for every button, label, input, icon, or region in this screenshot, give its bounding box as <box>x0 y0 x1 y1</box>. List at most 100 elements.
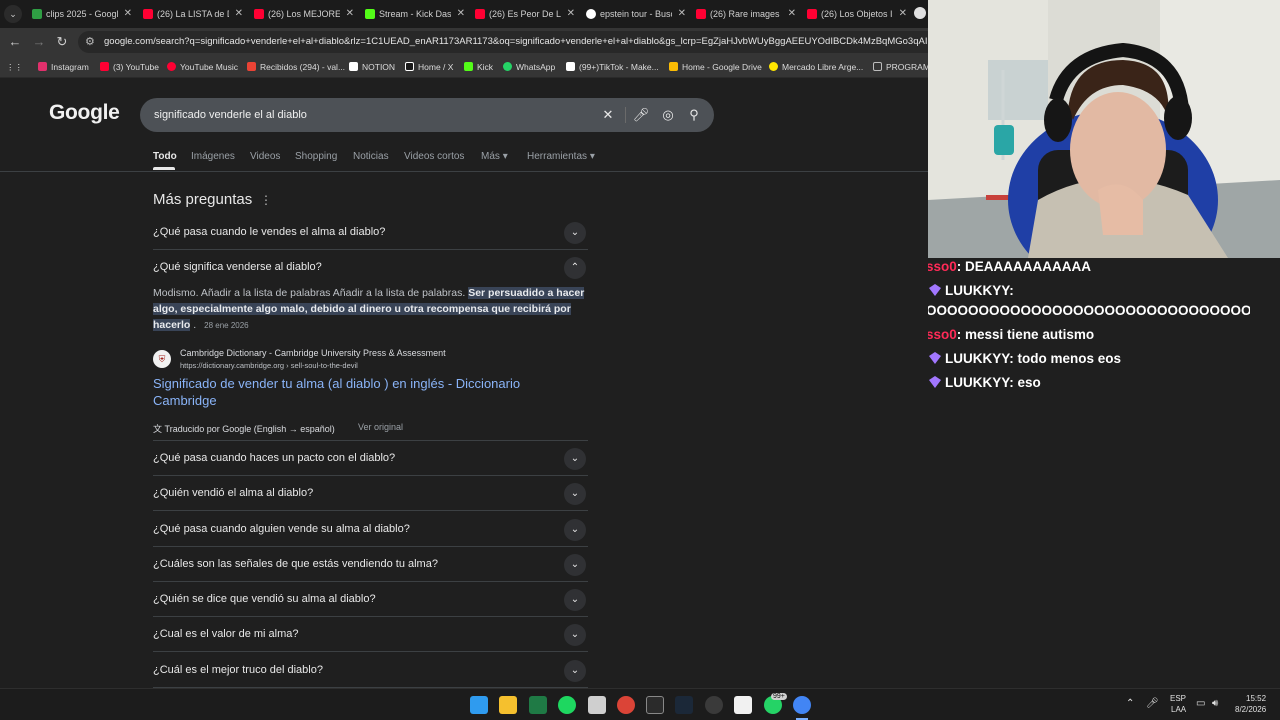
tab-youtube-rare[interactable]: (26) Rare images ✕ <box>690 2 800 26</box>
clock-date[interactable]: 8/2/2026 <box>1235 705 1266 714</box>
tab-videos-cortos[interactable]: Videos cortos <box>404 151 464 162</box>
bookmark-google-drive[interactable]: Home - Google Drive <box>669 56 762 78</box>
paa-question[interactable]: ¿Cual es el valor de mi alma? ⌄ <box>153 617 588 652</box>
paa-question[interactable]: ¿Qué pasa cuando haces un pacto con el d… <box>153 441 588 476</box>
excel-icon[interactable] <box>529 696 547 714</box>
tab-mas[interactable]: Más ▾ <box>481 151 508 162</box>
close-icon[interactable]: ✕ <box>457 2 465 26</box>
close-icon[interactable]: ✕ <box>567 2 575 26</box>
gmail-icon <box>247 62 256 71</box>
bookmark-youtube-music[interactable]: YouTube Music <box>167 56 238 78</box>
chat-message: LUUKKYY: <box>929 283 1014 298</box>
tab-youtube-mejores[interactable]: (26) Los MEJORES ✕ <box>248 2 358 26</box>
view-original-link[interactable]: Ver original <box>358 422 403 432</box>
spotify-icon[interactable] <box>558 696 576 714</box>
google-drive-icon <box>669 62 678 71</box>
search-input[interactable]: significado venderle el al diablo <box>154 98 307 132</box>
source-name[interactable]: Cambridge Dictionary - Cambridge Univers… <box>180 348 446 358</box>
chevron-up-icon[interactable]: ⌃ <box>1126 698 1134 709</box>
paa-question[interactable]: ¿Quién vendió el alma al diablo? ⌄ <box>153 476 588 511</box>
tab-kick-stream[interactable]: Stream - Kick Dash ✕ <box>359 2 469 26</box>
paa-question[interactable]: ¿Qué pasa cuando alguien vende su alma a… <box>153 512 588 547</box>
tab-youtube-objetos[interactable]: (26) Los Objetos I ✕ <box>801 2 911 26</box>
chevron-down-icon[interactable]: ⌄ <box>564 483 586 505</box>
tab-videos[interactable]: Videos <box>250 151 280 162</box>
reload-button[interactable]: ↻ <box>53 33 71 51</box>
close-icon[interactable]: ✕ <box>788 2 796 26</box>
bookmark-mercado-libre[interactable]: Mercado Libre Arge... <box>769 56 863 78</box>
lens-icon[interactable]: ◎ <box>658 105 678 125</box>
tab-youtube-lista[interactable]: (26) La LISTA de D ✕ <box>137 2 247 26</box>
close-icon[interactable]: ✕ <box>235 2 243 26</box>
paa-question[interactable]: ¿Cuáles son las señales de que estás ven… <box>153 547 588 582</box>
steam-icon[interactable] <box>675 696 693 714</box>
chevron-down-icon[interactable]: ⌄ <box>564 554 586 576</box>
start-icon[interactable] <box>470 696 488 714</box>
google-logo[interactable]: Google <box>49 101 120 125</box>
result-link[interactable]: Significado de vender tu alma (al diablo… <box>153 375 553 409</box>
forward-button[interactable]: → <box>30 33 48 51</box>
paa-question[interactable]: ¿Qué pasa cuando le vendes el alma al di… <box>153 215 588 250</box>
tab-noticias[interactable]: Noticias <box>353 151 389 162</box>
close-icon[interactable]: ✕ <box>678 2 686 26</box>
chevron-up-icon[interactable]: ⌃ <box>564 257 586 279</box>
bookmark-whatsapp[interactable]: WhatsApp <box>503 56 555 78</box>
bookmark-folder-program[interactable]: PROGRAM <box>873 56 930 78</box>
tab-imagenes[interactable]: Imágenes <box>191 151 235 162</box>
chevron-down-icon[interactable]: ⌄ <box>564 589 586 611</box>
bookmark-notion[interactable]: NOTION <box>349 56 395 78</box>
close-icon[interactable]: ✕ <box>346 2 354 26</box>
translate-icon: 文 <box>153 424 163 434</box>
chrome-icon[interactable] <box>793 696 811 714</box>
bookmark-youtube[interactable]: (3) YouTube <box>100 56 159 78</box>
chevron-down-icon[interactable]: ⌄ <box>564 660 586 682</box>
clear-icon[interactable]: ✕ <box>598 105 618 125</box>
bookmark-gmail[interactable]: Recibidos (294) - val... <box>247 56 345 78</box>
microphone-icon[interactable]: 🎤︎ <box>1146 698 1159 709</box>
source-url[interactable]: https://dictionary.cambridge.org › sell-… <box>180 361 358 370</box>
file-explorer-icon[interactable] <box>499 696 517 714</box>
microphone-icon[interactable]: 🎤︎ <box>631 105 651 125</box>
tab-shopping[interactable]: Shopping <box>295 151 337 162</box>
paa-question-expanded[interactable]: ¿Qué significa venderse al diablo? ⌃ <box>153 250 588 285</box>
chrome-icon[interactable] <box>617 696 635 714</box>
chevron-down-icon[interactable]: ⌄ <box>564 519 586 541</box>
volume-icon[interactable]: 🔊︎ <box>1212 698 1218 709</box>
bookmark-tiktok[interactable]: (99+)TikTok - Make... <box>566 56 659 78</box>
capcut-icon[interactable] <box>734 696 752 714</box>
chevron-down-icon[interactable]: ⌄ <box>564 624 586 646</box>
close-icon[interactable]: ✕ <box>124 2 132 26</box>
language-bottom[interactable]: LAA <box>1171 705 1186 714</box>
tab-herramientas[interactable]: Herramientas ▾ <box>527 151 595 162</box>
address-bar[interactable]: ⚙ google.com/search?q=significado+vender… <box>78 31 928 53</box>
obs-icon[interactable] <box>705 696 723 714</box>
language-top[interactable]: ESP <box>1170 694 1186 703</box>
back-button[interactable]: ← <box>6 33 24 51</box>
epic-games-icon[interactable] <box>646 696 664 714</box>
tab-youtube-peor[interactable]: (26) Es Peor De Lo ✕ <box>469 2 579 26</box>
close-icon[interactable]: ✕ <box>899 2 907 26</box>
bookmark-instagram[interactable]: Instagram <box>38 56 89 78</box>
search-icon[interactable]: ⚲ <box>684 105 704 125</box>
paa-question[interactable]: ¿Cuál es el mejor truco del diablo? ⌄ <box>153 653 588 688</box>
notification-badge: 99+ <box>771 693 787 700</box>
apps-icon[interactable]: ⋮⋮ <box>6 56 23 78</box>
google-icon[interactable] <box>914 7 926 19</box>
site-info-icon[interactable]: ⚙ <box>85 35 95 48</box>
store-icon[interactable] <box>588 696 606 714</box>
more-options-icon[interactable]: ⋮ <box>260 193 272 207</box>
network-icon[interactable]: ▭ <box>1196 698 1205 709</box>
cambridge-icon[interactable]: ⛨ <box>153 350 171 368</box>
bookmark-kick[interactable]: Kick <box>464 56 493 78</box>
chevron-down-icon[interactable]: ⌄ <box>564 222 586 244</box>
tab-epstein-search[interactable]: epstein tour - Busc ✕ <box>580 2 690 26</box>
chevron-down-icon[interactable]: ⌄ <box>564 448 586 470</box>
bookmark-x[interactable]: Home / X <box>405 56 453 78</box>
tab-todo[interactable]: Todo <box>153 151 177 162</box>
tab-search-button[interactable]: ⌄ <box>4 5 22 23</box>
tiktok-icon <box>566 62 575 71</box>
clock-time[interactable]: 15:52 <box>1246 694 1266 703</box>
search-box[interactable]: significado venderle el al diablo <box>140 98 714 132</box>
tab-clips[interactable]: clips 2025 - Google ✕ <box>26 2 136 26</box>
paa-question[interactable]: ¿Quién se dice que vendió su alma al dia… <box>153 582 588 617</box>
